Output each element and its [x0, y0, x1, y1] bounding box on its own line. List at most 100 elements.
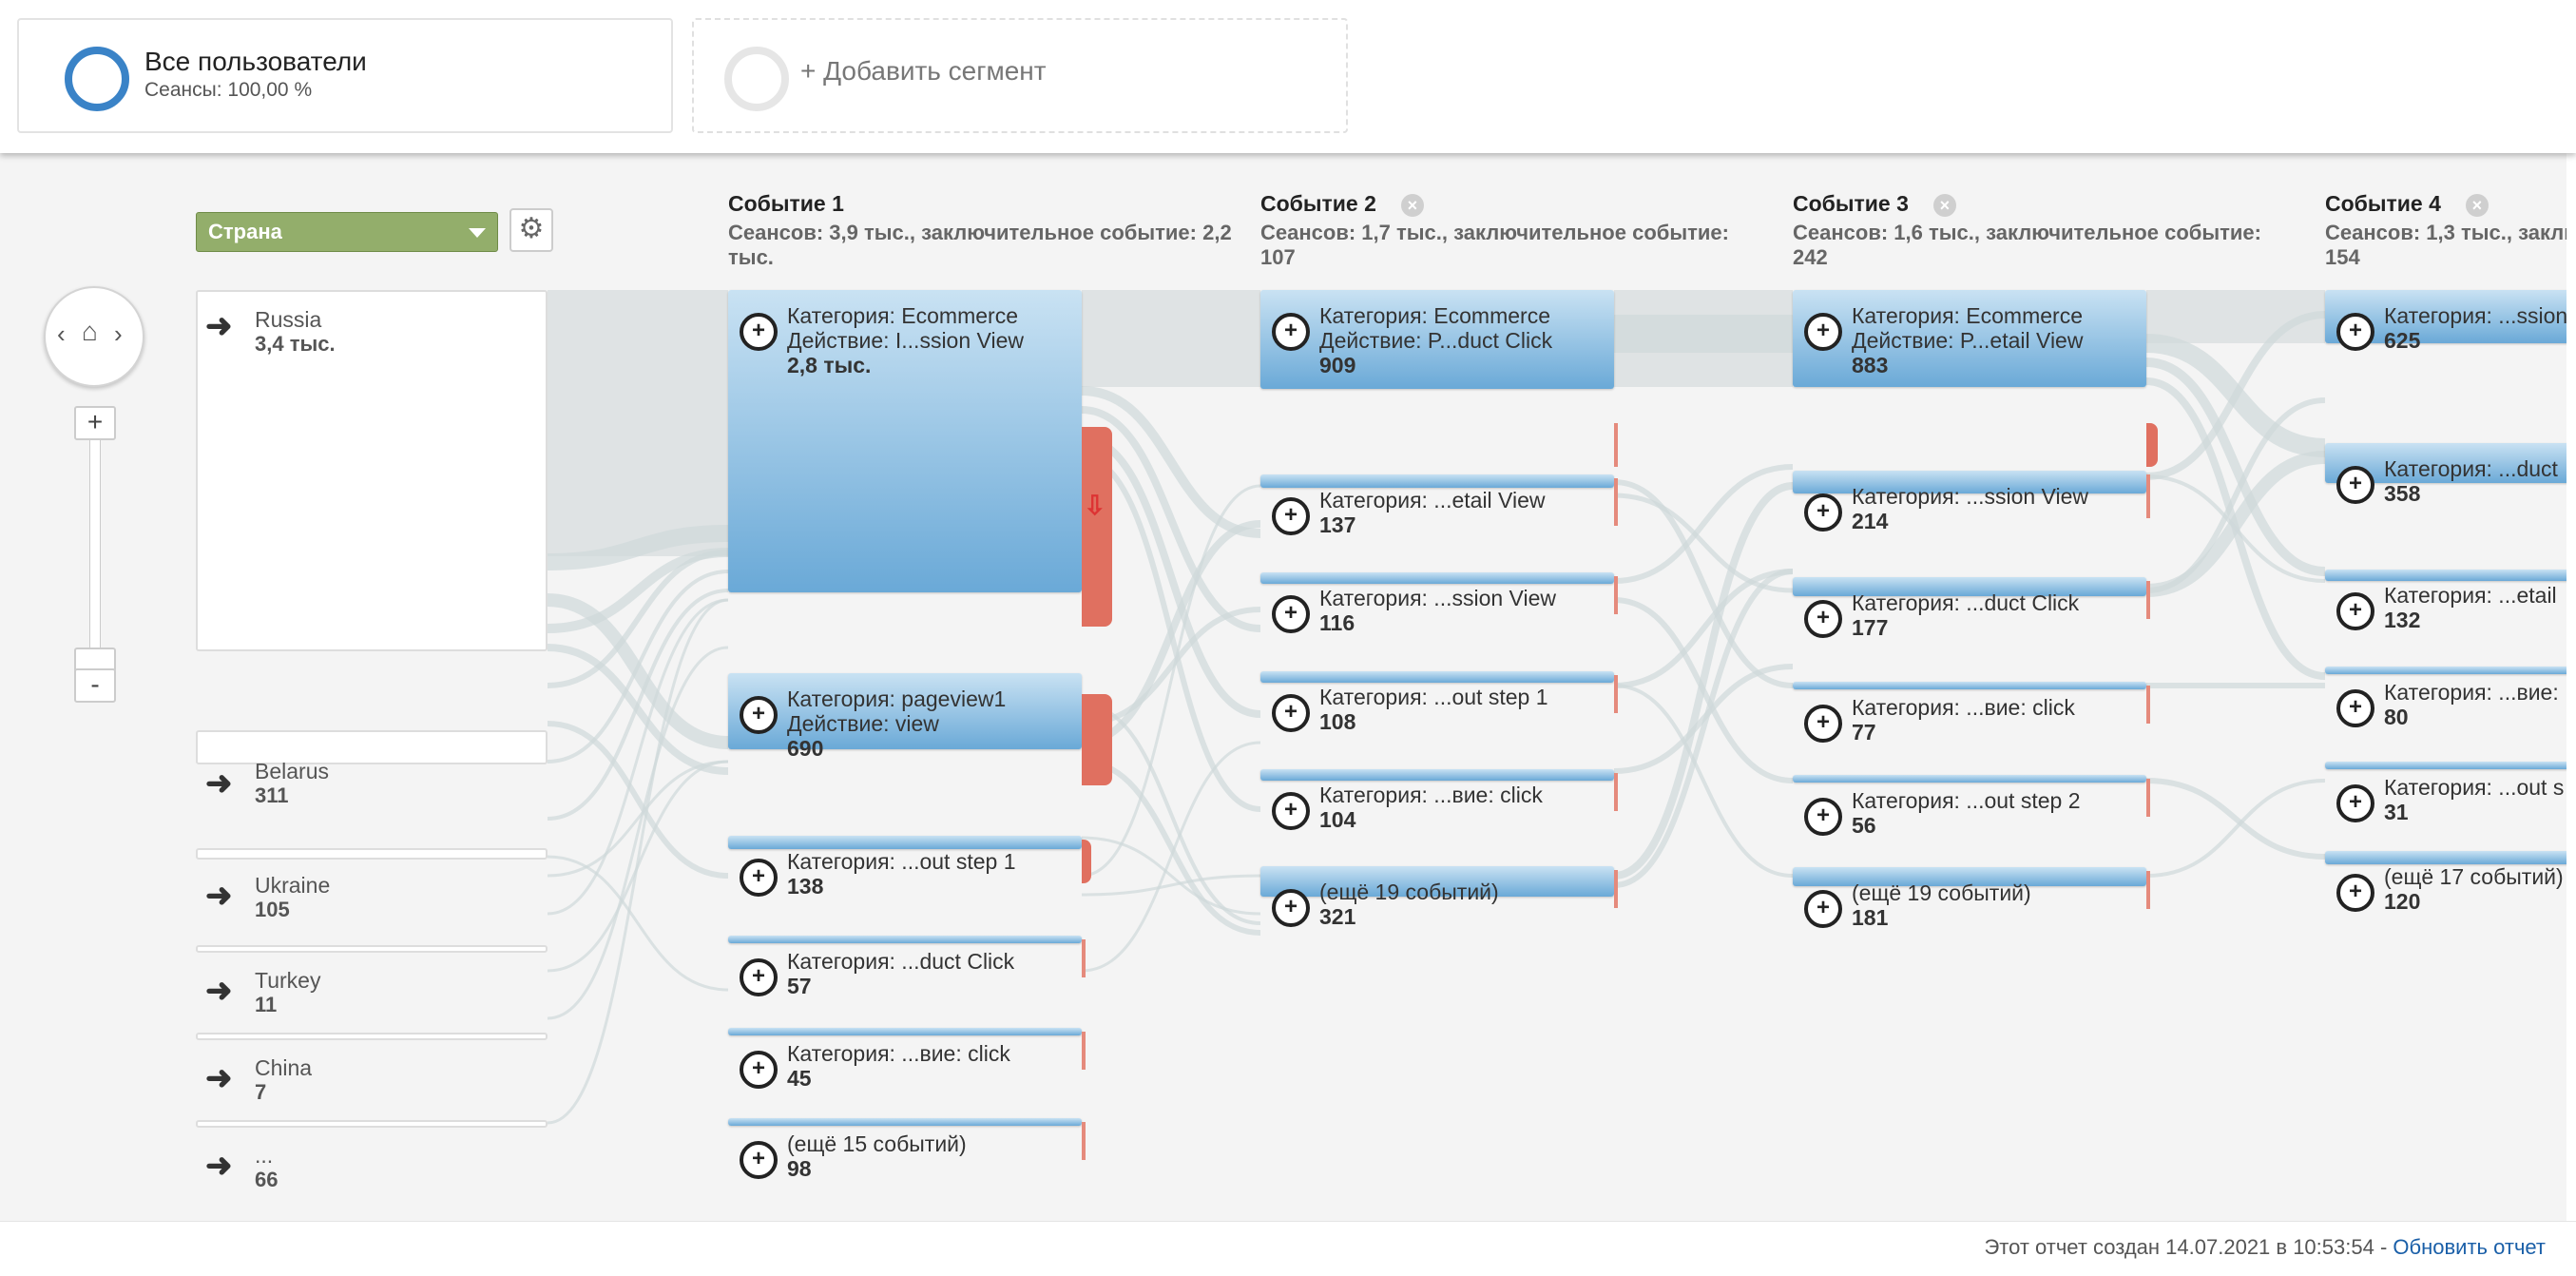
country-name: ... — [255, 1143, 274, 1168]
refresh-report-link[interactable]: Обновить отчет — [2393, 1235, 2546, 1259]
event-column-summary: Сеансов: 3,9 тыс., заключительное событи… — [728, 221, 1232, 269]
exit-drop-off[interactable] — [1082, 1032, 1086, 1070]
exit-drop-off[interactable] — [2146, 686, 2150, 724]
exit-drop-off[interactable] — [1614, 675, 1618, 713]
pan-control[interactable]: ‹ ⌂ › — [44, 286, 144, 387]
country-node[interactable]: ➜ China 7 — [196, 1033, 548, 1116]
country-node[interactable]: ➜ Russia 3,4 тыс. — [196, 290, 548, 727]
home-icon[interactable]: ⌂ — [82, 317, 98, 347]
zoom-in-button[interactable]: + — [74, 406, 116, 440]
segment-all-users[interactable]: Все пользователи Сеансы: 100,00 % — [17, 18, 673, 133]
country-node-bar[interactable] — [196, 1120, 548, 1128]
exit-drop-off[interactable] — [1082, 427, 1112, 627]
event-node-bar[interactable] — [2325, 667, 2566, 674]
event-node[interactable]: + Категория: ...out step 1 138 — [728, 836, 1091, 902]
event-sessions-value: 56 — [1852, 813, 1876, 838]
event-category: Категория: ...вие: — [2384, 680, 2559, 705]
event-node-bar[interactable] — [2325, 762, 2566, 769]
event-node-bar[interactable] — [1793, 682, 2146, 689]
event-node-bar[interactable] — [1260, 572, 1614, 584]
exit-drop-off[interactable] — [1614, 478, 1618, 526]
event-node-bar[interactable] — [1260, 671, 1614, 683]
event-sessions-value: 132 — [2384, 608, 2421, 632]
exit-drop-off[interactable] — [2146, 779, 2150, 817]
close-icon[interactable]: × — [2465, 193, 2489, 217]
event-node[interactable]: + Категория: pageview1 Действие: view 690 — [728, 673, 1112, 785]
event-node[interactable]: + (ещё 15 событий) 98 — [728, 1118, 1086, 1185]
add-segment-card[interactable]: + Добавить сегмент — [692, 18, 1348, 133]
pan-right-icon[interactable]: › — [114, 319, 123, 349]
event-node-bar[interactable] — [1260, 474, 1614, 488]
event-node[interactable]: + Категория: ...вие: click 104 — [1260, 769, 1618, 836]
country-node[interactable]: ➜ Turkey 11 — [196, 945, 548, 1029]
country-node-bar[interactable] — [196, 945, 548, 953]
event-node[interactable]: + (ещё 19 событий) 181 — [1793, 867, 2150, 934]
event-node[interactable]: + Категория: ...ssion 625 — [2325, 290, 2566, 357]
event-node-label: Категория: pageview1 Действие: view 690 — [787, 686, 1006, 761]
exit-drop-off[interactable] — [2146, 423, 2158, 467]
event-node[interactable]: + Категория: Ecommerce Действие: P...etail… — [1793, 290, 2158, 467]
event-node[interactable]: + Категория: ...out step 1 108 — [1260, 671, 1618, 738]
event-node[interactable]: + Категория: ...вие: click 45 — [728, 1028, 1086, 1094]
event-node-bar[interactable] — [2325, 570, 2566, 581]
event-sessions-value: 31 — [2384, 800, 2409, 824]
event-node-bar[interactable] — [1793, 775, 2146, 783]
event-node-bar[interactable] — [728, 1118, 1082, 1126]
event-node[interactable]: + (ещё 19 событий) 321 — [1260, 866, 1618, 933]
event-node[interactable]: + Категория: ...duct 358 — [2325, 443, 2566, 510]
event-node[interactable]: + Категория: ...etail View 137 — [1260, 474, 1618, 541]
zoom-out-button[interactable]: - — [74, 668, 116, 703]
event-node[interactable]: + Категория: ...etail 132 — [2325, 570, 2566, 636]
event-node[interactable]: + Категория: ...out s 31 — [2325, 762, 2566, 828]
close-icon[interactable]: × — [1400, 193, 1424, 217]
event-node[interactable]: + Категория: ...ssion View 116 — [1260, 572, 1618, 639]
country-node[interactable]: ➜ Belarus 311 — [196, 730, 548, 841]
exit-drop-off[interactable] — [1614, 576, 1618, 614]
zoom-slider-track[interactable] — [89, 419, 101, 676]
event-node[interactable]: + Категория: ...duct Click 177 — [1793, 577, 2150, 644]
event-node-bar[interactable] — [728, 936, 1082, 943]
event-node-label: Категория: ...ssion View 214 — [1852, 484, 2088, 533]
gear-icon[interactable]: ⚙ — [509, 208, 553, 252]
event-column-header: Событие 3 × Сеансов: 1,6 тыс., заключитель… — [1793, 191, 2297, 270]
country-node[interactable]: ➜... 66 — [196, 1120, 548, 1204]
event-node-bar[interactable] — [1260, 769, 1614, 781]
event-node[interactable]: + Категория: ...вие: 80 — [2325, 667, 2566, 733]
dimension-dropdown[interactable]: Страна — [196, 212, 498, 252]
exit-drop-off[interactable] — [1082, 939, 1086, 977]
event-node[interactable]: + Категория: ...вие: click 77 — [1793, 682, 2150, 748]
country-node-bar[interactable] — [196, 730, 548, 764]
event-node[interactable]: + Категория: Ecommerce Действие: P...duct … — [1260, 290, 1618, 467]
event-node[interactable]: + Категория: ...duct Click 57 — [728, 936, 1086, 1002]
event-node[interactable]: + Категория: ...out step 2 56 — [1793, 775, 2150, 841]
exit-drop-off[interactable] — [2146, 474, 2150, 518]
exit-drop-off[interactable] — [2146, 581, 2150, 619]
country-node-bar[interactable] — [196, 1033, 548, 1040]
vertical-scrollbar[interactable] — [2566, 153, 2576, 1221]
event-icon: + — [740, 1051, 778, 1089]
event-node-bar[interactable] — [728, 836, 1082, 849]
empty-segment-ring-icon — [724, 47, 789, 111]
exit-drop-off[interactable] — [1082, 840, 1091, 883]
country-node[interactable]: ➜ Ukraine 105 — [196, 848, 548, 936]
close-icon[interactable]: × — [1932, 193, 1956, 217]
pan-left-icon[interactable]: ‹ — [57, 319, 66, 349]
country-name: Ukraine — [255, 873, 331, 898]
event-icon: + — [740, 696, 778, 734]
event-node[interactable]: ⇩ + Категория: Ecommerce Действие: I...ssio… — [728, 290, 1112, 627]
exit-drop-off[interactable] — [2146, 871, 2150, 909]
event-node-bar[interactable] — [2325, 851, 2566, 864]
exit-drop-off[interactable] — [1614, 773, 1618, 811]
exit-drop-off[interactable] — [1614, 870, 1618, 908]
event-node[interactable]: + (ещё 17 событий) 120 — [2325, 851, 2566, 918]
behavior-flow-canvas[interactable]: ‹ ⌂ › + - Страна ⚙ ➜ Russia 3,4 тыс. ➜ Belar… — [0, 153, 2566, 1221]
exit-drop-off[interactable] — [1082, 694, 1112, 785]
country-node-bar[interactable] — [196, 848, 548, 860]
event-node[interactable]: + Категория: ...ssion View 214 — [1793, 471, 2150, 537]
flow-band — [547, 855, 729, 992]
event-node-bar[interactable] — [728, 1028, 1082, 1035]
exit-drop-off[interactable] — [1082, 1122, 1086, 1160]
add-segment-label[interactable]: + Добавить сегмент — [800, 56, 1047, 87]
exit-drop-off[interactable] — [1614, 423, 1618, 467]
country-node-bar[interactable] — [196, 290, 548, 651]
